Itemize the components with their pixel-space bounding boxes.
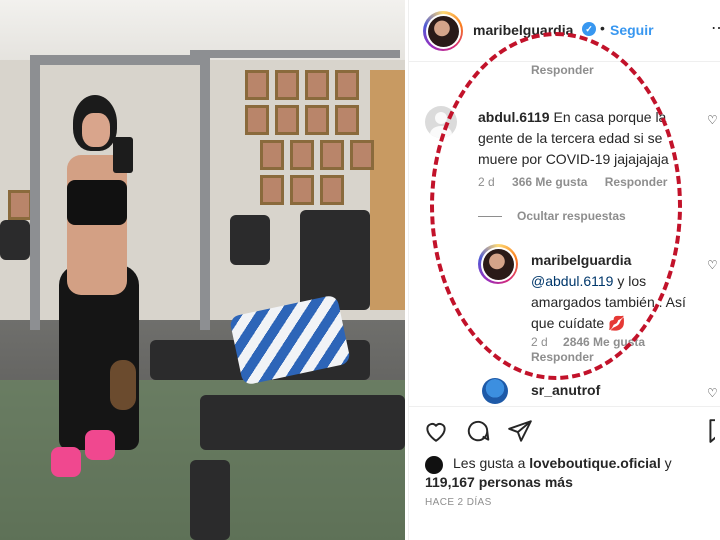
hide-replies-link[interactable]: Ocultar respuestas <box>517 209 626 223</box>
reply-body: maribelguardia @abdul.6119 y los amargad… <box>531 250 691 334</box>
wall-frame <box>305 70 329 100</box>
gym-bench-leg <box>190 460 230 540</box>
gym-rack <box>30 55 210 65</box>
gym-weight <box>230 215 270 265</box>
replies-divider <box>478 216 502 217</box>
wall-frame <box>350 140 374 170</box>
wall-frame <box>245 105 269 135</box>
reply-likes-count[interactable]: 2846 Me gusta <box>563 335 645 349</box>
wall-frame <box>260 175 284 205</box>
wall-frame <box>320 175 344 205</box>
liker-username[interactable]: loveboutique.oficial <box>529 455 660 471</box>
gym-cable-bar <box>190 50 400 58</box>
post-date: HACE 2 DÍAS <box>425 497 492 508</box>
verified-badge-icon: ✓ <box>582 22 596 36</box>
gym-bench <box>200 395 405 450</box>
author-avatar[interactable] <box>423 11 463 51</box>
separator-dot: • <box>600 20 605 36</box>
comment-reply-link[interactable]: Responder <box>605 175 668 189</box>
woman-selfie <box>45 95 155 495</box>
wall-frame <box>290 175 314 205</box>
reply-meta: 2 d 2846 Me gusta Responder <box>531 335 657 365</box>
wall-frame <box>8 190 32 220</box>
wall-frame <box>245 70 269 100</box>
reply-reply-link[interactable]: Responder <box>531 350 645 365</box>
wall-frame <box>305 105 329 135</box>
share-icon[interactable] <box>507 418 535 446</box>
wall-frame <box>335 70 359 100</box>
gym-weight <box>0 220 30 260</box>
gym-machine <box>300 210 370 310</box>
reply-time: 2 d <box>531 335 548 349</box>
post-actions <box>423 418 715 446</box>
likes-prefix: Les gusta a <box>453 455 530 471</box>
wall-frame <box>275 70 299 100</box>
more-options-icon[interactable]: ⋯ <box>711 18 720 38</box>
comment-meta: 2 d 366 Me gusta Responder <box>478 175 681 189</box>
commenter-avatar[interactable] <box>425 106 457 138</box>
wall-frame <box>320 140 344 170</box>
comment-icon[interactable] <box>465 418 493 446</box>
liker-avatar[interactable] <box>425 456 443 474</box>
photo-door <box>370 70 405 310</box>
reply-username[interactable]: maribelguardia <box>531 250 691 271</box>
reply-mention[interactable]: @abdul.6119 <box>531 273 613 289</box>
reply-link[interactable]: Responder <box>531 63 594 77</box>
bookmark-icon[interactable] <box>705 418 715 446</box>
comment-time: 2 d <box>478 175 495 189</box>
comment-body: abdul.6119 En casa porque la gente de la… <box>478 107 683 170</box>
next-commenter-avatar[interactable] <box>482 378 508 404</box>
gym-rack <box>200 60 210 330</box>
follow-button[interactable]: Seguir <box>610 22 654 38</box>
wall-frame <box>290 140 314 170</box>
commenter-username[interactable]: abdul.6119 <box>478 109 550 125</box>
small-dog <box>110 360 136 410</box>
post-header: maribelguardia ✓ • Seguir ⋯ <box>409 0 720 62</box>
author-username[interactable]: maribelguardia <box>473 22 573 38</box>
instagram-panel: maribelguardia ✓ • Seguir ⋯ Responder ab… <box>408 0 720 540</box>
reply-author-avatar[interactable] <box>478 244 518 284</box>
gym-rack <box>30 60 40 330</box>
wall-frame <box>260 140 284 170</box>
actions-divider <box>409 406 720 407</box>
post-photo[interactable] <box>0 0 405 540</box>
next-comment-heart-icon[interactable]: ♡ <box>707 386 718 400</box>
wall-frame <box>335 105 359 135</box>
likes-connector: y <box>660 455 672 471</box>
like-heart-icon[interactable] <box>423 418 451 446</box>
kiss-emoji-icon: 💋 <box>608 315 626 331</box>
wall-frame <box>275 105 299 135</box>
comment-likes-count[interactable]: 366 Me gusta <box>512 175 587 189</box>
next-commenter-username[interactable]: sr_anutrof <box>531 382 600 398</box>
reply-like-heart-icon[interactable]: ♡ <box>707 258 718 272</box>
comment-like-heart-icon[interactable]: ♡ <box>707 113 718 127</box>
likes-count[interactable]: 119,167 personas más <box>425 473 715 492</box>
likes-summary: Les gusta a loveboutique.oficial y 119,1… <box>425 454 715 492</box>
